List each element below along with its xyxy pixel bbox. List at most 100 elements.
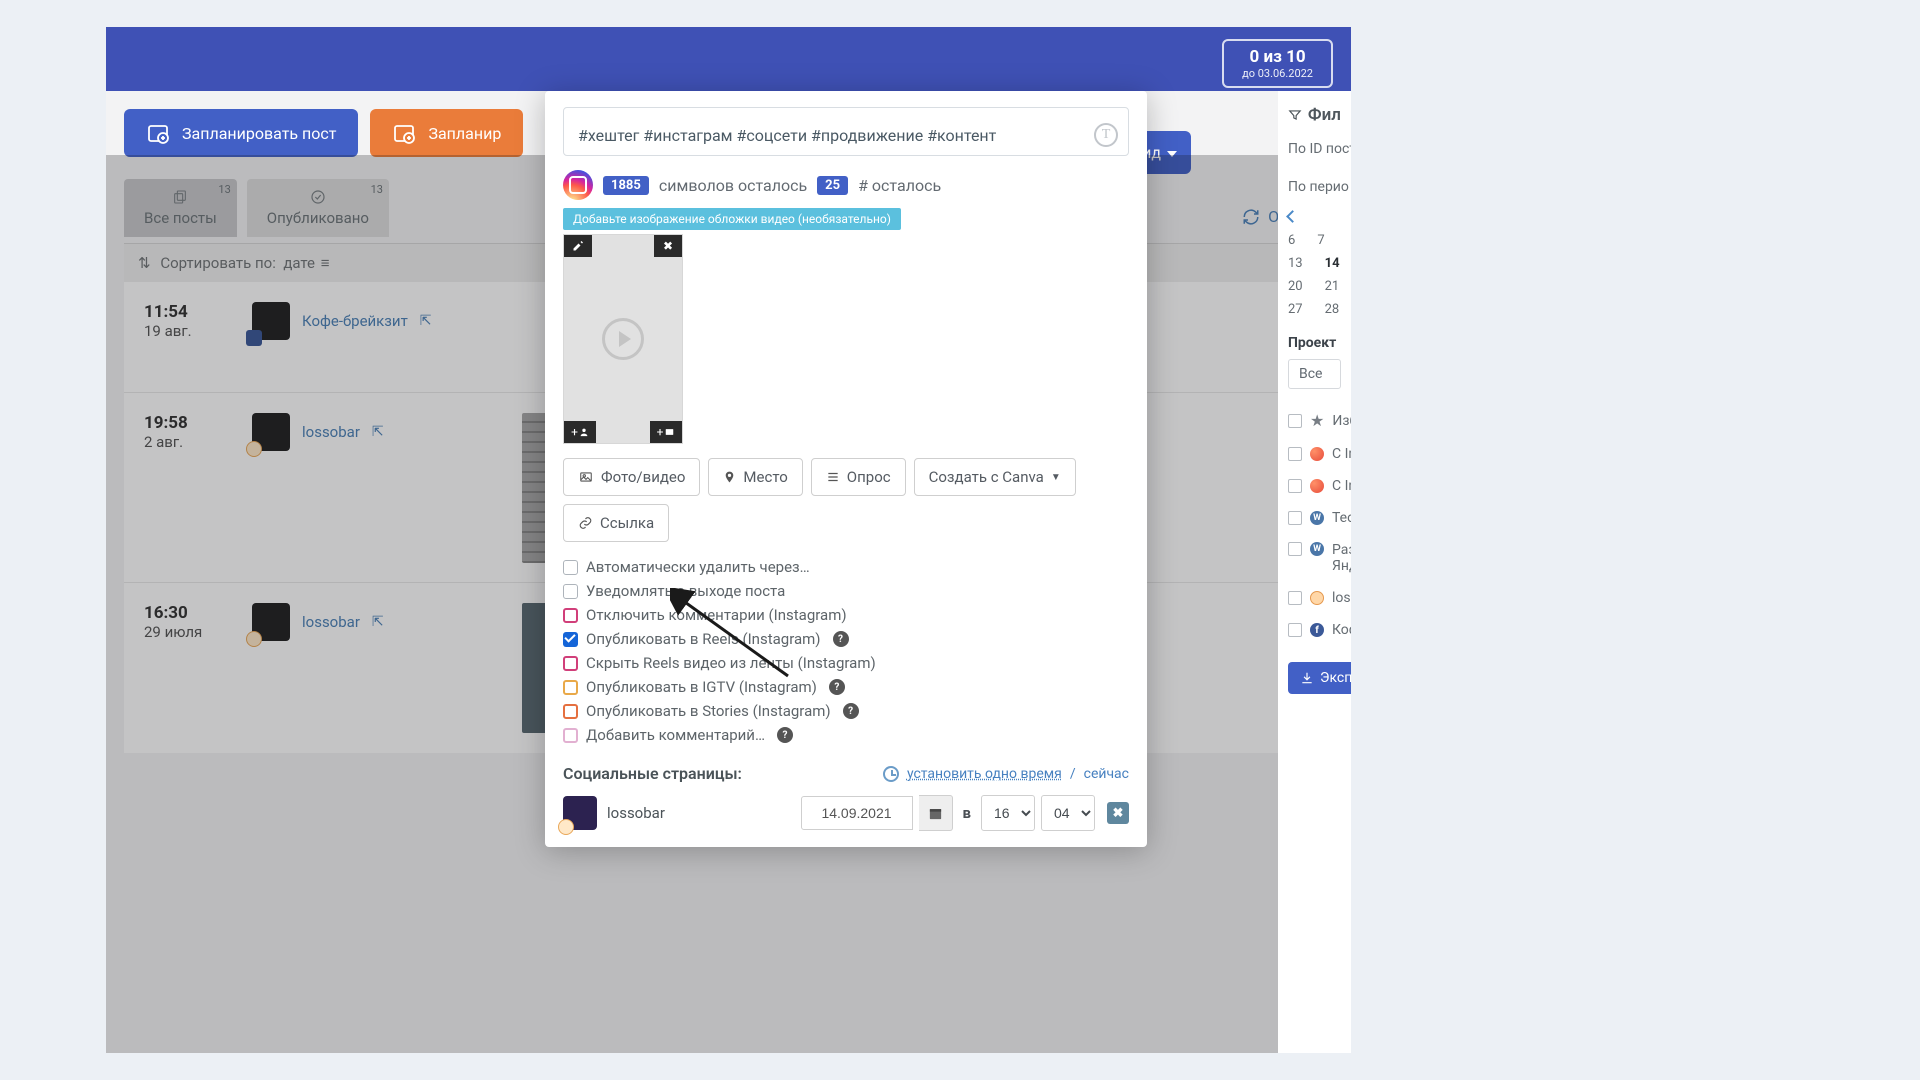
clock-icon (883, 766, 899, 782)
avatar (252, 413, 290, 451)
filter-tec[interactable]: WТес (1288, 510, 1341, 526)
help-icon[interactable]: ? (777, 727, 793, 743)
pin-icon (723, 469, 736, 485)
filter-panel: Фил По ID пост По перио 67 1314 2021 272… (1278, 91, 1351, 1053)
attach-place-button[interactable]: Место (708, 458, 802, 496)
filter-icon (1288, 107, 1302, 123)
check-autodelete[interactable]: Автоматически удалить через… (563, 558, 1129, 576)
post-date: 2 авг. (144, 433, 224, 451)
post-editor-modal: #хештег #инстаграм #соцсети #продвижение… (545, 91, 1147, 847)
copy-icon (170, 189, 190, 205)
check-reels[interactable]: Опубликовать в Reels (Instagram)? (563, 630, 1129, 648)
plan-icon (146, 121, 170, 145)
post-title-link[interactable]: lossobar (302, 613, 360, 631)
check-hide-reels[interactable]: Скрыть Reels видео из ленты (Instagram) (563, 654, 1129, 672)
hashtags-label: # осталось (858, 176, 941, 195)
facebook-badge-icon (246, 330, 262, 346)
textarea-content: #хештег #инстаграм #соцсети #продвижение… (578, 126, 1114, 145)
check-add-comment[interactable]: Добавить комментарий…? (563, 726, 1129, 744)
set-one-time-link[interactable]: установить одно время (907, 766, 1062, 782)
export-button[interactable]: Экспо (1288, 662, 1351, 694)
check-stories[interactable]: Опубликовать в Stories (Instagram)? (563, 702, 1129, 720)
quota-sub: до 03.06.2022 (1242, 67, 1313, 80)
attach-link-button[interactable]: Ссылка (563, 504, 669, 542)
add-image-icon[interactable]: + (650, 421, 682, 443)
filter-cin1[interactable]: С In (1288, 446, 1341, 462)
post-title-link[interactable]: lossobar (302, 423, 360, 441)
filter-cin2[interactable]: С In (1288, 478, 1341, 494)
post-textarea[interactable]: #хештег #инстаграм #соцсети #продвижение… (563, 107, 1129, 156)
sort-value: дате (283, 254, 315, 272)
media-thumbnail[interactable]: ✖ + + (563, 234, 683, 444)
now-link[interactable]: сейчас (1084, 766, 1129, 782)
topbar: 0 из 10 до 03.06.2022 (106, 27, 1351, 91)
calendar-icon (928, 806, 943, 821)
tag-person-icon[interactable]: + (564, 421, 596, 443)
tab-all-label: Все посты (144, 209, 217, 227)
date-input[interactable] (801, 796, 913, 830)
post-time: 16:30 (144, 603, 224, 623)
calendar[interactable]: 67 1314 2021 2728 (1288, 233, 1341, 317)
avatar (252, 603, 290, 641)
plan-other-label: Запланир (428, 124, 501, 143)
sort-label: Сортировать по: (160, 254, 276, 272)
check-circle-icon (308, 189, 328, 205)
check-notify[interactable]: Уведомлять о выходе поста (563, 582, 1129, 600)
quota-main: 0 из 10 (1242, 47, 1313, 67)
avatar (252, 302, 290, 340)
post-date: 19 авг. (144, 322, 224, 340)
poll-icon (826, 470, 840, 484)
play-icon (602, 318, 644, 360)
date-picker-button[interactable] (919, 795, 953, 831)
tab-pub-count: 13 (371, 183, 383, 196)
minute-select[interactable]: 04 (1041, 795, 1095, 831)
remove-media-icon[interactable]: ✖ (654, 235, 682, 257)
project-label: Проект (1288, 335, 1341, 351)
filter-loss[interactable]: loss (1288, 590, 1341, 606)
attach-photo-button[interactable]: Фото/видео (563, 458, 700, 496)
hashtags-count: 25 (817, 176, 848, 195)
filter-koff[interactable]: fКоф (1288, 622, 1341, 638)
account-avatar (563, 796, 597, 830)
edit-media-icon[interactable] (564, 235, 592, 257)
instagram-badge-icon (246, 441, 262, 457)
remove-schedule-icon[interactable]: ✖ (1107, 802, 1129, 824)
instagram-icon (563, 170, 593, 200)
post-title-link[interactable]: Кофе-брейкзит (302, 312, 408, 330)
help-icon[interactable]: ? (829, 679, 845, 695)
plan-post-label: Запланировать пост (182, 124, 336, 143)
at-label: в (963, 804, 971, 822)
project-select[interactable]: Все (1288, 359, 1341, 389)
cover-note[interactable]: Добавьте изображение обложки видео (необ… (563, 208, 901, 230)
by-id-label: По ID пост (1288, 141, 1341, 157)
chars-label: символов осталось (659, 176, 807, 195)
plan-post-button[interactable]: Запланировать пост (124, 109, 358, 157)
plan-other-button[interactable]: Запланир (370, 109, 523, 157)
attach-canva-button[interactable]: Создать с Canva▼ (914, 458, 1076, 496)
filter-title: Фил (1308, 105, 1341, 125)
social-title: Социальные страницы: (563, 764, 742, 783)
check-disable-comments[interactable]: Отключить комментарии (Instagram) (563, 606, 1129, 624)
chevron-left-icon[interactable] (1286, 210, 1299, 223)
check-igtv[interactable]: Опубликовать в IGTV (Instagram)? (563, 678, 1129, 696)
export-icon (1300, 671, 1314, 685)
post-time: 11:54 (144, 302, 224, 322)
plan-icon-2 (392, 121, 416, 145)
filter-fav[interactable]: ★Изб (1288, 411, 1341, 430)
filter-raz[interactable]: WРазЯндек (1288, 542, 1341, 574)
post-date: 29 июля (144, 623, 224, 641)
tab-all-count: 13 (218, 183, 230, 196)
help-icon[interactable]: ? (843, 703, 859, 719)
tab-published[interactable]: 13 Опубликовано (247, 179, 389, 237)
image-icon (578, 470, 594, 484)
help-icon[interactable]: ? (833, 631, 849, 647)
hour-select[interactable]: 16 (981, 795, 1035, 831)
by-period-label: По перио (1288, 179, 1341, 195)
quota-badge: 0 из 10 до 03.06.2022 (1222, 39, 1333, 88)
attach-poll-button[interactable]: Опрос (811, 458, 906, 496)
link-icon (578, 516, 593, 530)
post-time: 19:58 (144, 413, 224, 433)
tab-all-posts[interactable]: 13 Все посты (124, 179, 237, 237)
text-style-icon[interactable]: T (1094, 123, 1118, 147)
tab-pub-label: Опубликовано (267, 209, 369, 227)
